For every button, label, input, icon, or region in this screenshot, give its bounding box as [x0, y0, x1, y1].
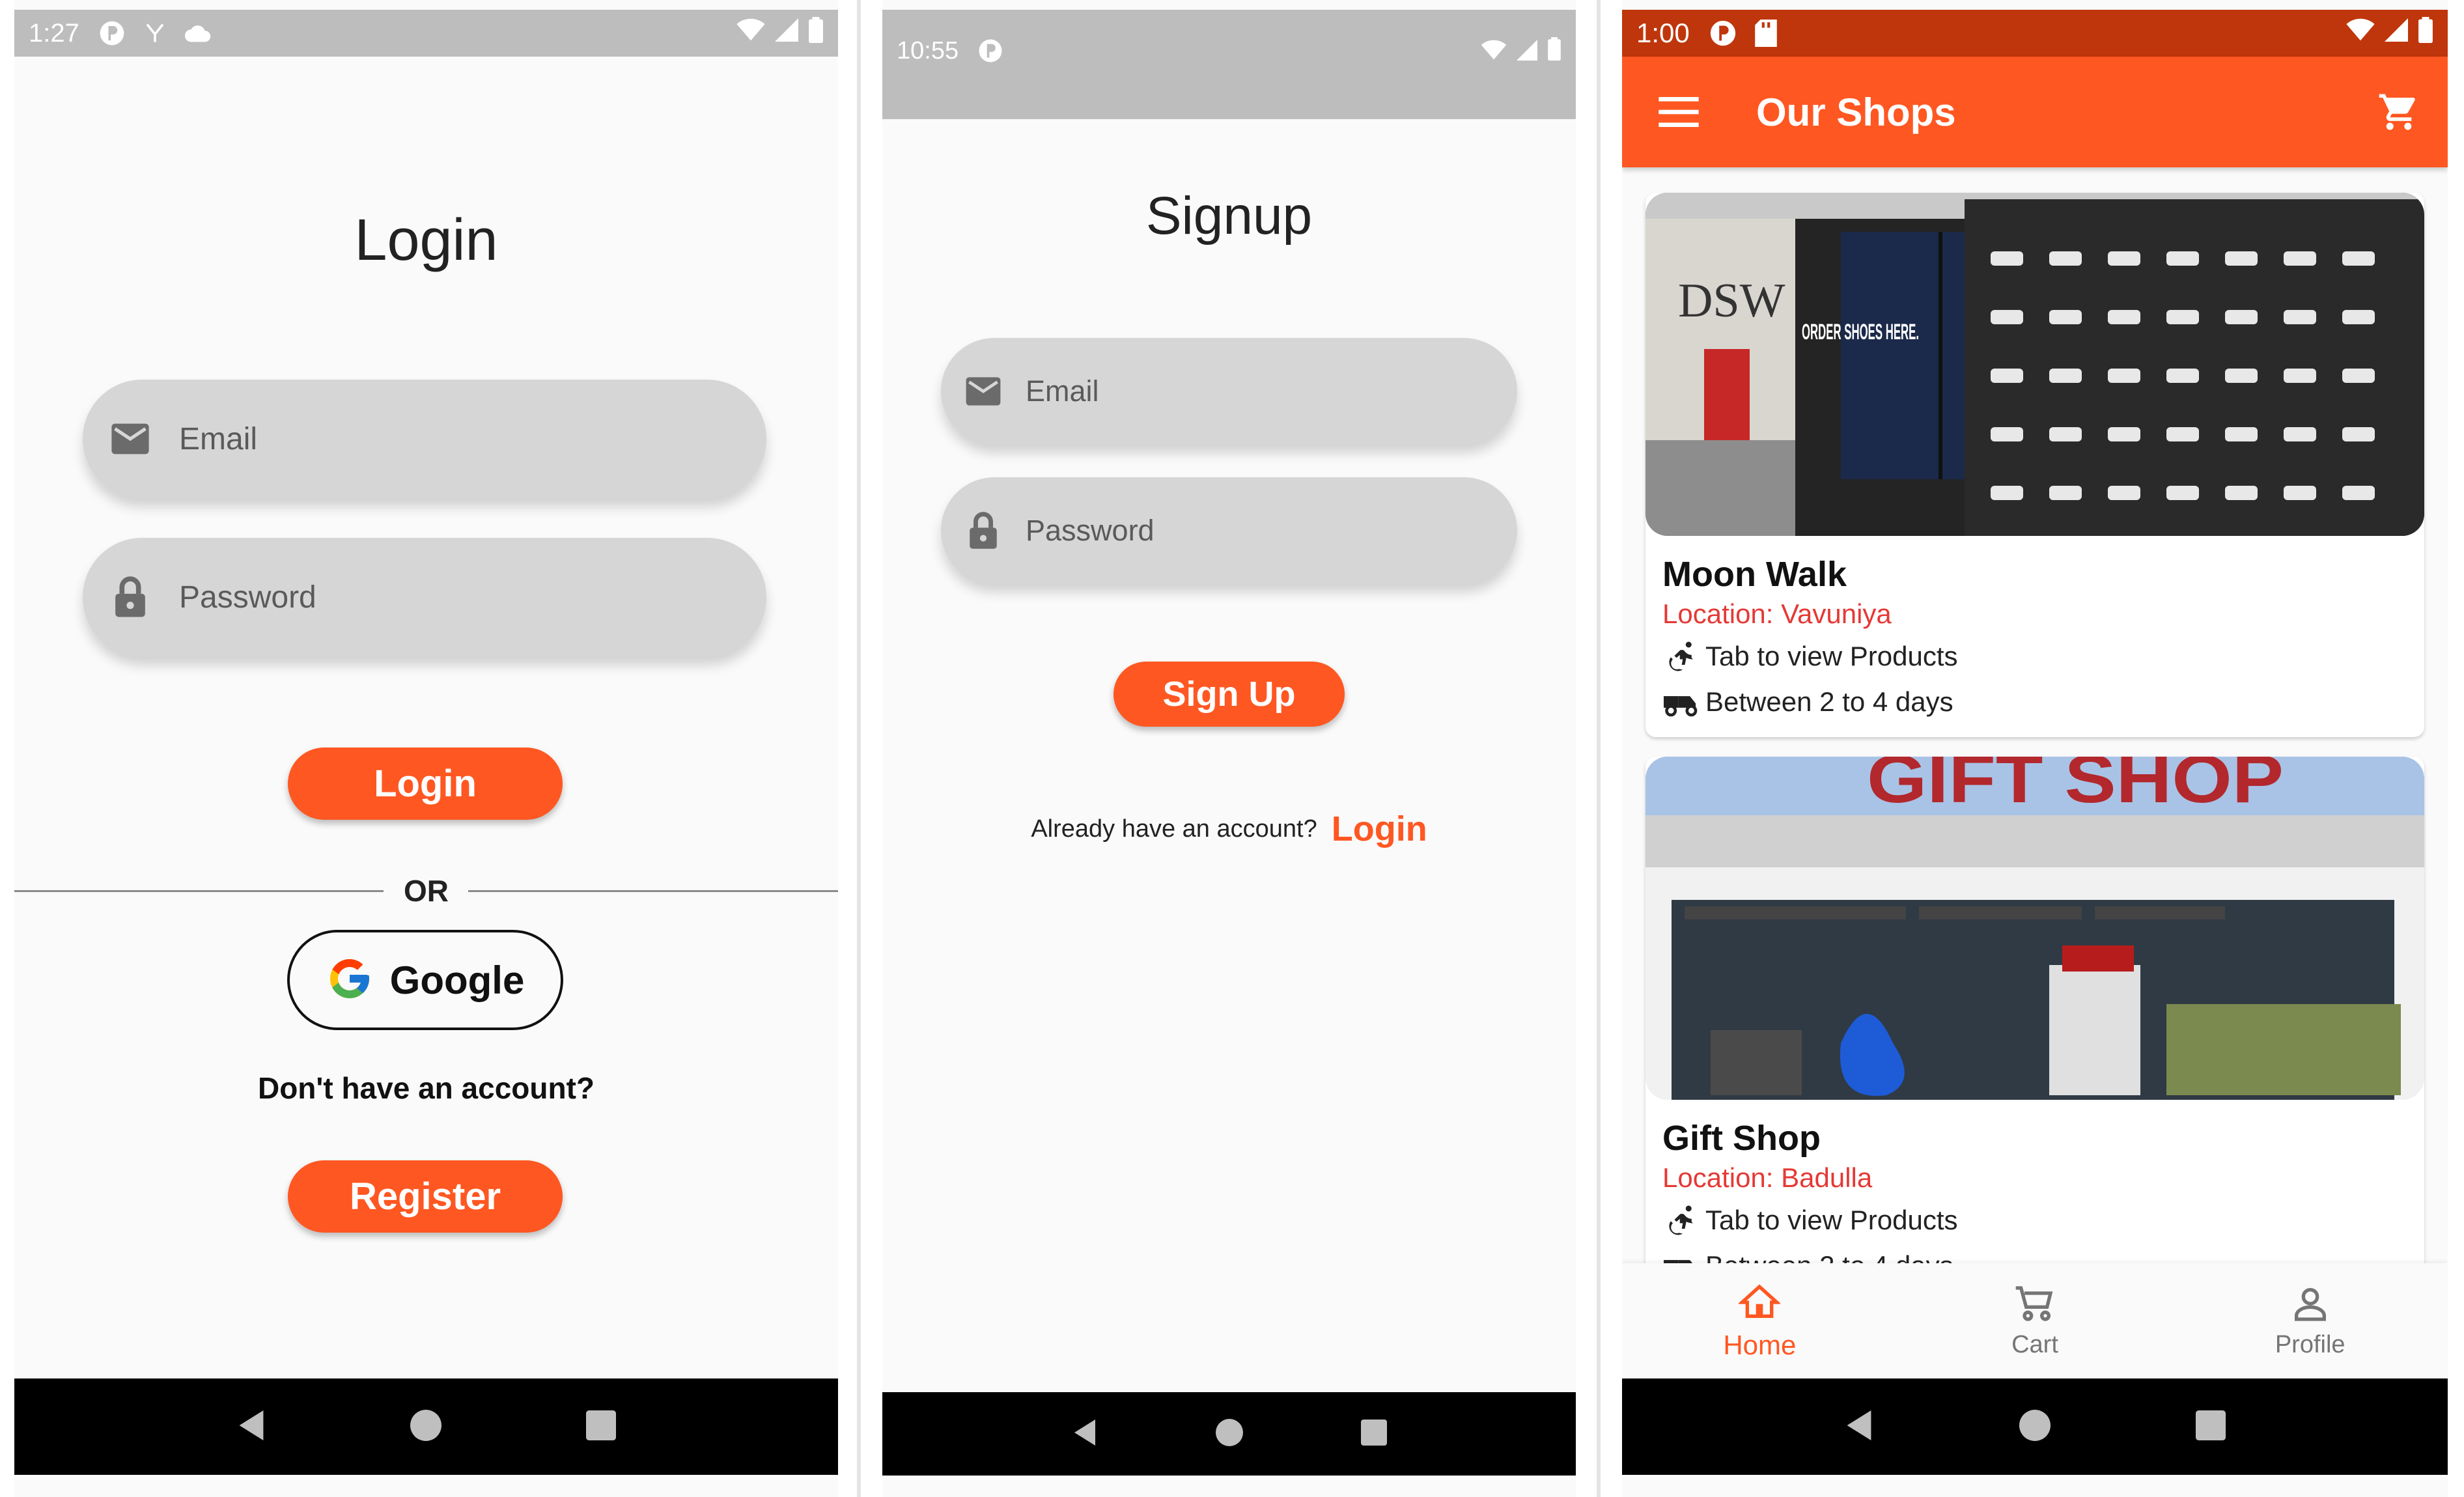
home-circle-icon[interactable]: [1215, 1418, 1243, 1449]
password-field[interactable]: Password: [83, 538, 766, 656]
delivery-row: Between 2 to 4 days: [1664, 683, 2424, 721]
wifi-icon: [1481, 38, 1507, 67]
back-icon[interactable]: [236, 1408, 266, 1446]
signal-icon: [2384, 18, 2409, 48]
wifi-icon: [736, 18, 765, 48]
signal-icon: [1516, 38, 1538, 67]
bottom-nav: Home Cart Profile: [1622, 1263, 2448, 1378]
shops-screen: 1:00 Our Shops DSW ORDER SHOES HERE. Moo…: [1622, 0, 2448, 1497]
login-screen: 1:27 Login Email Password Login OR Googl…: [14, 0, 838, 1497]
signup-screen: 10:55 Signup Email Password Sign Up Alre…: [882, 0, 1576, 1497]
shop-name: Moon Walk: [1662, 555, 1847, 594]
email-placeholder: Email: [179, 421, 258, 456]
cloud-icon: [184, 23, 214, 44]
password-placeholder: Password: [179, 580, 316, 615]
recents-icon[interactable]: [586, 1410, 617, 1444]
system-nav-bar: [882, 1392, 1576, 1476]
bottom-nav-home[interactable]: Home: [1622, 1263, 1897, 1378]
back-icon[interactable]: [1072, 1418, 1098, 1451]
view-products-row[interactable]: Tab to view Products: [1664, 637, 2424, 675]
page-title: Login: [354, 208, 498, 273]
app-notification-icon: [1708, 18, 1738, 48]
shop-location: Location: Vavuniya: [1662, 598, 1892, 629]
cart-icon: [2014, 1283, 2056, 1331]
accessible-icon: [1664, 637, 1701, 675]
shop-location: Location: Badulla: [1662, 1162, 1873, 1193]
bottom-nav-label: Home: [1723, 1329, 1797, 1360]
antenna-off-icon: [143, 20, 167, 46]
signal-icon: [774, 18, 799, 48]
dsw-sign: DSW: [1678, 274, 1785, 328]
page-title: Signup: [1145, 186, 1313, 245]
have-account-text: Already have an account?: [1031, 815, 1317, 843]
delivery-label: Between 2 to 4 days: [1705, 686, 1953, 717]
mail-icon: [963, 376, 1003, 407]
gift-shop-sign: GIFT SHOP: [1867, 757, 2284, 817]
shop-name: Gift Shop: [1662, 1119, 1821, 1158]
lock-icon: [963, 511, 1003, 550]
screen-divider: [1597, 0, 1601, 1497]
view-products-row[interactable]: Tab to view Products: [1664, 1201, 2424, 1239]
shop-card[interactable]: GIFT SHOP Gift Shop Location: Badulla Ta…: [1645, 757, 2424, 1278]
view-products-label: Tab to view Products: [1705, 1205, 1958, 1235]
app-notification-icon: [98, 19, 126, 48]
battery-icon: [1547, 37, 1561, 67]
shop-image: GIFT SHOP: [1645, 757, 2424, 1100]
login-prompt-row: Already have an account? Login: [882, 809, 1576, 849]
google-button-label: Google: [389, 958, 525, 1002]
bottom-nav-label: Profile: [2275, 1331, 2345, 1358]
app-bar: Our Shops: [1622, 57, 2448, 167]
google-logo-icon: [326, 955, 373, 1005]
bottom-nav-profile[interactable]: Profile: [2172, 1263, 2448, 1378]
or-divider: OR: [14, 871, 838, 910]
email-field[interactable]: Email: [941, 338, 1517, 444]
login-button[interactable]: Login: [288, 748, 563, 820]
google-button[interactable]: Google: [287, 930, 563, 1030]
screen-divider: [857, 0, 861, 1497]
recents-icon[interactable]: [1360, 1419, 1387, 1449]
status-bar: 10:55: [882, 10, 1576, 119]
lock-icon: [107, 576, 153, 619]
divider-line-right: [468, 890, 838, 892]
password-placeholder: Password: [1026, 513, 1155, 547]
shop-image: DSW ORDER SHOES HERE.: [1645, 193, 2424, 536]
system-nav-bar: [14, 1378, 838, 1475]
battery-icon: [808, 17, 824, 49]
home-circle-icon[interactable]: [410, 1409, 442, 1444]
register-button[interactable]: Register: [288, 1160, 563, 1233]
signup-button[interactable]: Sign Up: [1113, 662, 1345, 727]
status-bar: 1:27: [14, 10, 838, 57]
recents-icon[interactable]: [2195, 1410, 2226, 1444]
order-shoes-sign: ORDER SHOES HERE.: [1802, 320, 1919, 344]
cart-icon[interactable]: [2377, 91, 2420, 133]
back-icon[interactable]: [1844, 1408, 1874, 1446]
home-circle-icon[interactable]: [2019, 1409, 2051, 1444]
status-time: 1:00: [1636, 18, 1690, 48]
sd-card-icon: [1754, 20, 1777, 47]
shop-card[interactable]: DSW ORDER SHOES HERE. Moon Walk Location…: [1645, 193, 2424, 737]
status-time: 1:27: [29, 18, 79, 48]
login-link[interactable]: Login: [1332, 809, 1427, 849]
accessible-icon: [1664, 1201, 1701, 1239]
view-products-label: Tab to view Products: [1705, 641, 1958, 671]
system-nav-bar: [1622, 1378, 2448, 1475]
mail-icon: [107, 422, 153, 456]
email-field[interactable]: Email: [83, 380, 766, 498]
no-account-text: Don't have an account?: [257, 1071, 595, 1105]
bottom-nav-cart[interactable]: Cart: [1897, 1263, 2173, 1378]
app-title: Our Shops: [1756, 90, 1956, 134]
email-placeholder: Email: [1026, 374, 1099, 408]
profile-icon: [2289, 1283, 2331, 1331]
menu-icon[interactable]: [1659, 97, 1699, 127]
home-icon: [1737, 1281, 1782, 1330]
status-time: 10:55: [897, 37, 959, 64]
status-bar: 1:00: [1622, 10, 2448, 57]
app-notification-icon: [977, 37, 1004, 64]
delivery-icon: [1664, 683, 1701, 721]
battery-icon: [2418, 17, 2433, 49]
wifi-icon: [2346, 18, 2375, 48]
bottom-nav-label: Cart: [2011, 1331, 2058, 1358]
password-field[interactable]: Password: [941, 477, 1517, 583]
